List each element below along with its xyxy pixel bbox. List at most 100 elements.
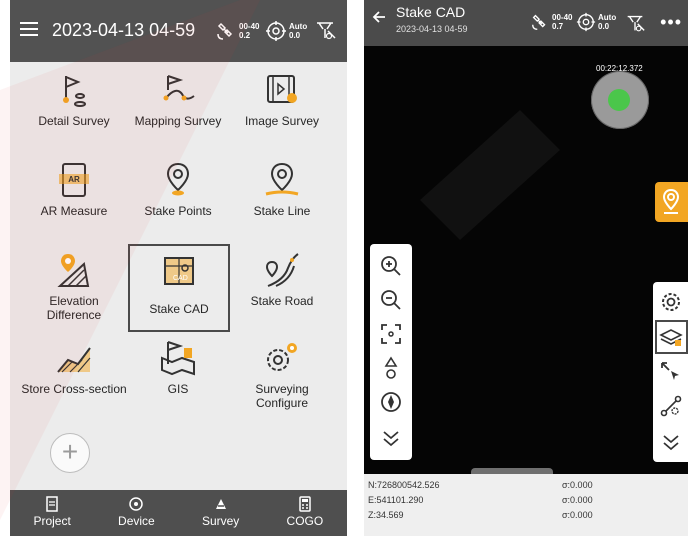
app-label: Mapping Survey (134, 114, 222, 128)
add-app-button[interactable]: + (50, 433, 90, 473)
top-bar: 2023-04-13 04-59 00-40 0.2 Auto 0.0 (10, 0, 347, 62)
back-arrow-icon[interactable] (372, 10, 386, 24)
video-icon (267, 75, 297, 103)
app-label: Stake Points (144, 204, 212, 218)
app-label: Stake Road (250, 294, 314, 308)
main-menu-screen: 2023-04-13 04-59 00-40 0.2 Auto 0.0 Deta… (10, 0, 347, 536)
rover-icon[interactable] (313, 18, 337, 42)
satellite-icon (217, 22, 233, 40)
app-stake-road[interactable]: Stake Road (230, 250, 334, 336)
compass-icon[interactable] (379, 390, 403, 414)
easting-value: E:541101.290 (368, 495, 424, 505)
elevation-icon (57, 254, 90, 287)
gear-icon[interactable] (659, 290, 683, 314)
mode-value: 0.0 (598, 22, 610, 31)
layers-icon[interactable] (659, 326, 683, 350)
app-label: AR Measure (40, 204, 108, 218)
top-bar: Stake CAD 2023-04-13 04-59 00-40 0.7 Aut… (364, 0, 688, 46)
ar-icon: AR (59, 163, 89, 197)
app-label: Image Survey (244, 114, 320, 128)
satellite-status[interactable]: 00-40 0.7 (530, 12, 572, 32)
app-stake-cad[interactable]: CAD Stake CAD (128, 244, 230, 332)
menu-icon[interactable] (20, 22, 38, 36)
flag-icon (63, 76, 86, 107)
app-stake-line[interactable]: Stake Line (230, 160, 334, 246)
collapse-down-icon[interactable] (379, 426, 403, 450)
mode-status[interactable]: Auto 0.0 (576, 12, 616, 32)
svg-text:AR: AR (68, 175, 80, 184)
app-detail-survey[interactable]: Detail Survey (22, 70, 126, 156)
gis-icon (161, 341, 195, 376)
app-stake-points[interactable]: Stake Points (126, 160, 230, 246)
nav-label: Device (118, 514, 155, 528)
target-icon (266, 21, 286, 41)
fit-extent-icon[interactable] (379, 322, 403, 346)
app-label: Stake Line (253, 204, 311, 218)
settings-icon (267, 343, 297, 371)
app-label: Stake CAD (149, 302, 209, 316)
mode-status[interactable]: Auto 0.0 (265, 20, 307, 42)
pin-line-icon (265, 162, 299, 196)
nav-survey[interactable]: Survey (179, 490, 263, 536)
device-icon (129, 497, 144, 511)
line-settings-icon[interactable] (659, 394, 683, 418)
collapse-down-icon[interactable] (659, 430, 683, 454)
app-image-survey[interactable]: Image Survey (230, 70, 334, 156)
zoom-out-icon[interactable] (379, 288, 403, 312)
rover-icon[interactable] (624, 12, 646, 34)
cad-icon: CAD (164, 257, 194, 285)
satellite-icon (532, 14, 546, 30)
layer-pin-icon[interactable] (379, 356, 403, 380)
app-ar-measure[interactable]: AR AR Measure (22, 160, 126, 246)
sat-count: 00-40 (239, 22, 260, 31)
document-icon (46, 496, 58, 512)
app-label: Store Cross-section (21, 382, 127, 396)
app-surveying-configure[interactable]: Surveying Configure (230, 338, 334, 424)
northing-value: N:726800542.526 (368, 480, 440, 490)
nav-label: Survey (201, 514, 240, 528)
location-pin-icon (662, 188, 680, 214)
position-indicator (591, 71, 649, 129)
nav-project[interactable]: Project (10, 490, 94, 536)
nav-device[interactable]: Device (94, 490, 178, 536)
stake-point-button[interactable] (655, 182, 688, 222)
cross-section-icon (57, 347, 91, 373)
bottom-nav: Project Device Survey COGO (10, 490, 347, 536)
mode-label: Auto (289, 22, 308, 31)
zoom-in-icon[interactable] (379, 254, 403, 278)
target-icon (576, 12, 596, 32)
nav-cogo[interactable]: COGO (263, 490, 347, 536)
map-tools-right (653, 282, 688, 462)
sat-count: 00-40 (552, 13, 573, 22)
elevation-value: Z:34.569 (368, 510, 404, 520)
screen-date: 2023-04-13 04-59 (396, 24, 468, 34)
sat-value: 0.7 (552, 22, 564, 31)
stake-cad-screen: Stake CAD 2023-04-13 04-59 00-40 0.7 Aut… (364, 0, 688, 536)
app-gis[interactable]: GIS (126, 338, 230, 424)
app-elevation-difference[interactable]: Elevation Difference (22, 250, 126, 336)
svg-text:CAD: CAD (173, 275, 188, 282)
mode-label: Auto (598, 13, 617, 22)
road-icon (265, 253, 299, 287)
nav-label: COGO (286, 514, 324, 528)
mode-value: 0.0 (289, 31, 301, 40)
flag-path-icon (163, 75, 195, 101)
screen-title: Stake CAD (396, 4, 466, 20)
coordinate-panel: N:726800542.526 E:541101.290 Z:34.569 σ:… (364, 474, 688, 536)
survey-icon (215, 499, 226, 509)
satellite-status[interactable]: 00-40 0.2 (215, 20, 259, 42)
app-mapping-survey[interactable]: Mapping Survey (126, 70, 230, 156)
position-dot (608, 89, 630, 111)
sigma-n-value: σ:0.000 (562, 480, 593, 490)
pin-icon (166, 162, 190, 196)
page-indicator (517, 528, 539, 532)
app-label: Surveying Configure (255, 382, 309, 410)
map-tools-left (370, 244, 412, 460)
more-options-icon[interactable]: ••• (660, 12, 682, 33)
calculator-icon (299, 496, 311, 512)
select-pointer-icon[interactable] (659, 360, 683, 384)
nav-label: Project (33, 514, 71, 528)
app-store-cross-section[interactable]: Store Cross-section (16, 338, 132, 424)
sigma-e-value: σ:0.000 (562, 495, 593, 505)
sat-value: 0.2 (239, 31, 251, 40)
